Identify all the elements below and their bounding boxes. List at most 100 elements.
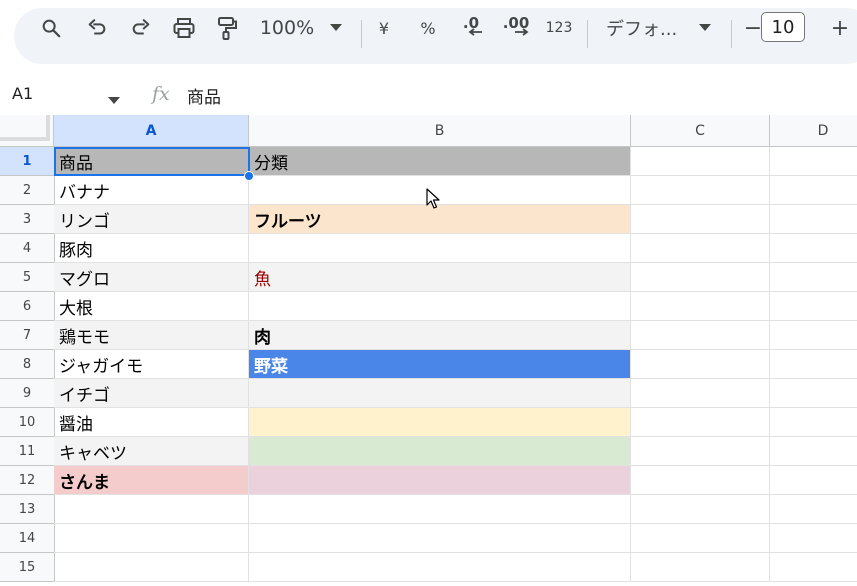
- cell-d5[interactable]: [770, 263, 857, 292]
- cell-c1[interactable]: [631, 147, 770, 176]
- print-icon[interactable]: [170, 0, 198, 56]
- number-format-button[interactable]: 123: [542, 0, 576, 56]
- formula-input[interactable]: 商品: [187, 83, 221, 108]
- row-header-10[interactable]: 10: [0, 408, 55, 437]
- row-header-5[interactable]: 5: [0, 263, 55, 292]
- font-size-increase-button[interactable]: +: [828, 0, 852, 56]
- cell-d4[interactable]: [770, 234, 857, 263]
- fill-handle[interactable]: [244, 171, 254, 181]
- cell-d14[interactable]: [770, 524, 857, 553]
- spreadsheet-grid[interactable]: A B C D 1 商品 分類 2 バナナ 3 リンゴ フルーツ 4 豚肉 5 マグロ魚 6 大根 7 鶏モモ肉 8 ジャ…: [0, 115, 857, 586]
- cell-d8[interactable]: [770, 350, 857, 379]
- cell-a2[interactable]: バナナ: [54, 176, 249, 205]
- row-header-4[interactable]: 4: [0, 234, 55, 263]
- row-header-7[interactable]: 7: [0, 321, 55, 350]
- zoom-select[interactable]: 100%: [256, 0, 318, 56]
- cell-a11[interactable]: キャベツ: [54, 437, 249, 466]
- decrease-decimal-button[interactable]: .0: [456, 0, 486, 56]
- cell-b5[interactable]: 魚: [249, 263, 631, 292]
- row-header-14[interactable]: 14: [0, 524, 55, 553]
- cell-a3[interactable]: リンゴ: [54, 205, 249, 234]
- cell-c9[interactable]: [631, 379, 770, 408]
- cell-d13[interactable]: [770, 495, 857, 524]
- cell-a9[interactable]: イチゴ: [54, 379, 249, 408]
- zoom-dropdown-icon[interactable]: [326, 0, 346, 56]
- row-header-13[interactable]: 13: [0, 495, 55, 524]
- cell-c13[interactable]: [631, 495, 770, 524]
- cell-c10[interactable]: [631, 408, 770, 437]
- cell-a5[interactable]: マグロ: [54, 263, 249, 292]
- font-family-select[interactable]: デフォ...: [606, 0, 682, 56]
- cell-b6[interactable]: [249, 292, 631, 321]
- row-header-15[interactable]: 15: [0, 553, 55, 582]
- row-header-8[interactable]: 8: [0, 350, 55, 379]
- column-header-d[interactable]: D: [770, 115, 857, 147]
- cell-c12[interactable]: [631, 466, 770, 495]
- search-icon[interactable]: [38, 0, 64, 56]
- cell-b3[interactable]: フルーツ: [249, 205, 631, 234]
- cell-d12[interactable]: [770, 466, 857, 495]
- redo-icon[interactable]: [128, 0, 154, 56]
- cell-d10[interactable]: [770, 408, 857, 437]
- currency-format-button[interactable]: ¥: [372, 0, 396, 56]
- cell-a7[interactable]: 鶏モモ: [54, 321, 249, 350]
- cell-a1[interactable]: 商品: [54, 147, 249, 176]
- name-box-dropdown-icon[interactable]: [108, 90, 120, 109]
- row-header-1[interactable]: 1: [0, 147, 55, 176]
- cell-d7[interactable]: [770, 321, 857, 350]
- column-header-c[interactable]: C: [631, 115, 770, 147]
- percent-format-button[interactable]: %: [414, 0, 442, 56]
- cell-a15[interactable]: [54, 553, 249, 582]
- cell-c6[interactable]: [631, 292, 770, 321]
- cell-b11[interactable]: [249, 437, 631, 466]
- cell-d15[interactable]: [770, 553, 857, 582]
- cell-c4[interactable]: [631, 234, 770, 263]
- column-header-a[interactable]: A: [54, 115, 249, 147]
- cell-b15[interactable]: [249, 553, 631, 582]
- select-all-corner[interactable]: [0, 115, 54, 147]
- row-header-9[interactable]: 9: [0, 379, 55, 408]
- cell-a13[interactable]: [54, 495, 249, 524]
- cell-b12[interactable]: [249, 466, 631, 495]
- increase-decimal-button[interactable]: .00: [500, 0, 532, 56]
- cell-a12[interactable]: さんま: [54, 466, 249, 495]
- font-size-input[interactable]: 10: [761, 12, 805, 42]
- cell-c11[interactable]: [631, 437, 770, 466]
- cell-b1[interactable]: 分類: [249, 147, 631, 176]
- cell-d6[interactable]: [770, 292, 857, 321]
- name-box[interactable]: A1: [12, 84, 33, 103]
- cell-d3[interactable]: [770, 205, 857, 234]
- cell-d9[interactable]: [770, 379, 857, 408]
- cell-c3[interactable]: [631, 205, 770, 234]
- paint-format-icon[interactable]: [214, 0, 240, 56]
- cell-d1[interactable]: [770, 147, 857, 176]
- cell-a4[interactable]: 豚肉: [54, 234, 249, 263]
- font-dropdown-icon[interactable]: [696, 0, 714, 56]
- row-header-11[interactable]: 11: [0, 437, 55, 466]
- cell-a6[interactable]: 大根: [54, 292, 249, 321]
- undo-icon[interactable]: [84, 0, 110, 56]
- cell-d2[interactable]: [770, 176, 857, 205]
- cell-b7[interactable]: 肉: [249, 321, 631, 350]
- cell-b9[interactable]: [249, 379, 631, 408]
- cell-c15[interactable]: [631, 553, 770, 582]
- cell-b10[interactable]: [249, 408, 631, 437]
- column-header-b[interactable]: B: [249, 115, 631, 147]
- row-header-3[interactable]: 3: [0, 205, 55, 234]
- cell-c5[interactable]: [631, 263, 770, 292]
- cell-b8[interactable]: 野菜: [249, 350, 631, 379]
- cell-b14[interactable]: [249, 524, 631, 553]
- row-header-12[interactable]: 12: [0, 466, 55, 495]
- row-header-2[interactable]: 2: [0, 176, 55, 205]
- cell-c8[interactable]: [631, 350, 770, 379]
- cell-b2[interactable]: [249, 176, 631, 205]
- cell-b13[interactable]: [249, 495, 631, 524]
- cell-c14[interactable]: [631, 524, 770, 553]
- cell-c2[interactable]: [631, 176, 770, 205]
- cell-a10[interactable]: 醤油: [54, 408, 249, 437]
- cell-c7[interactable]: [631, 321, 770, 350]
- cell-d11[interactable]: [770, 437, 857, 466]
- cell-b4[interactable]: [249, 234, 631, 263]
- row-header-6[interactable]: 6: [0, 292, 55, 321]
- cell-a8[interactable]: ジャガイモ: [54, 350, 249, 379]
